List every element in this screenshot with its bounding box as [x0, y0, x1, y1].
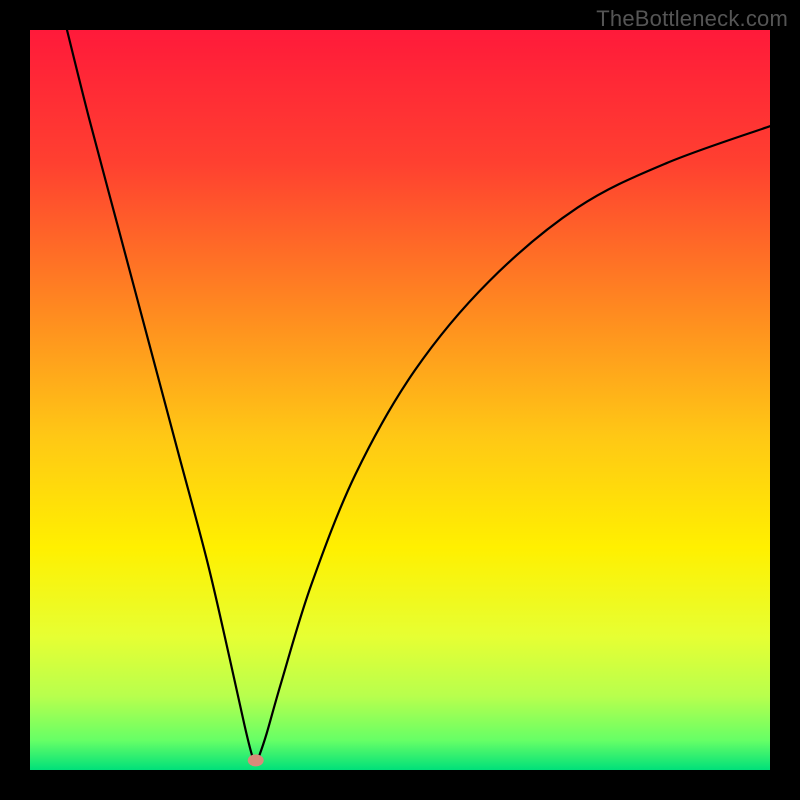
watermark-text: TheBottleneck.com — [596, 6, 788, 32]
chart-frame: TheBottleneck.com — [0, 0, 800, 800]
chart-background — [30, 30, 770, 770]
chart-svg — [30, 30, 770, 770]
plot-area — [30, 30, 770, 770]
minimum-marker — [248, 754, 264, 766]
